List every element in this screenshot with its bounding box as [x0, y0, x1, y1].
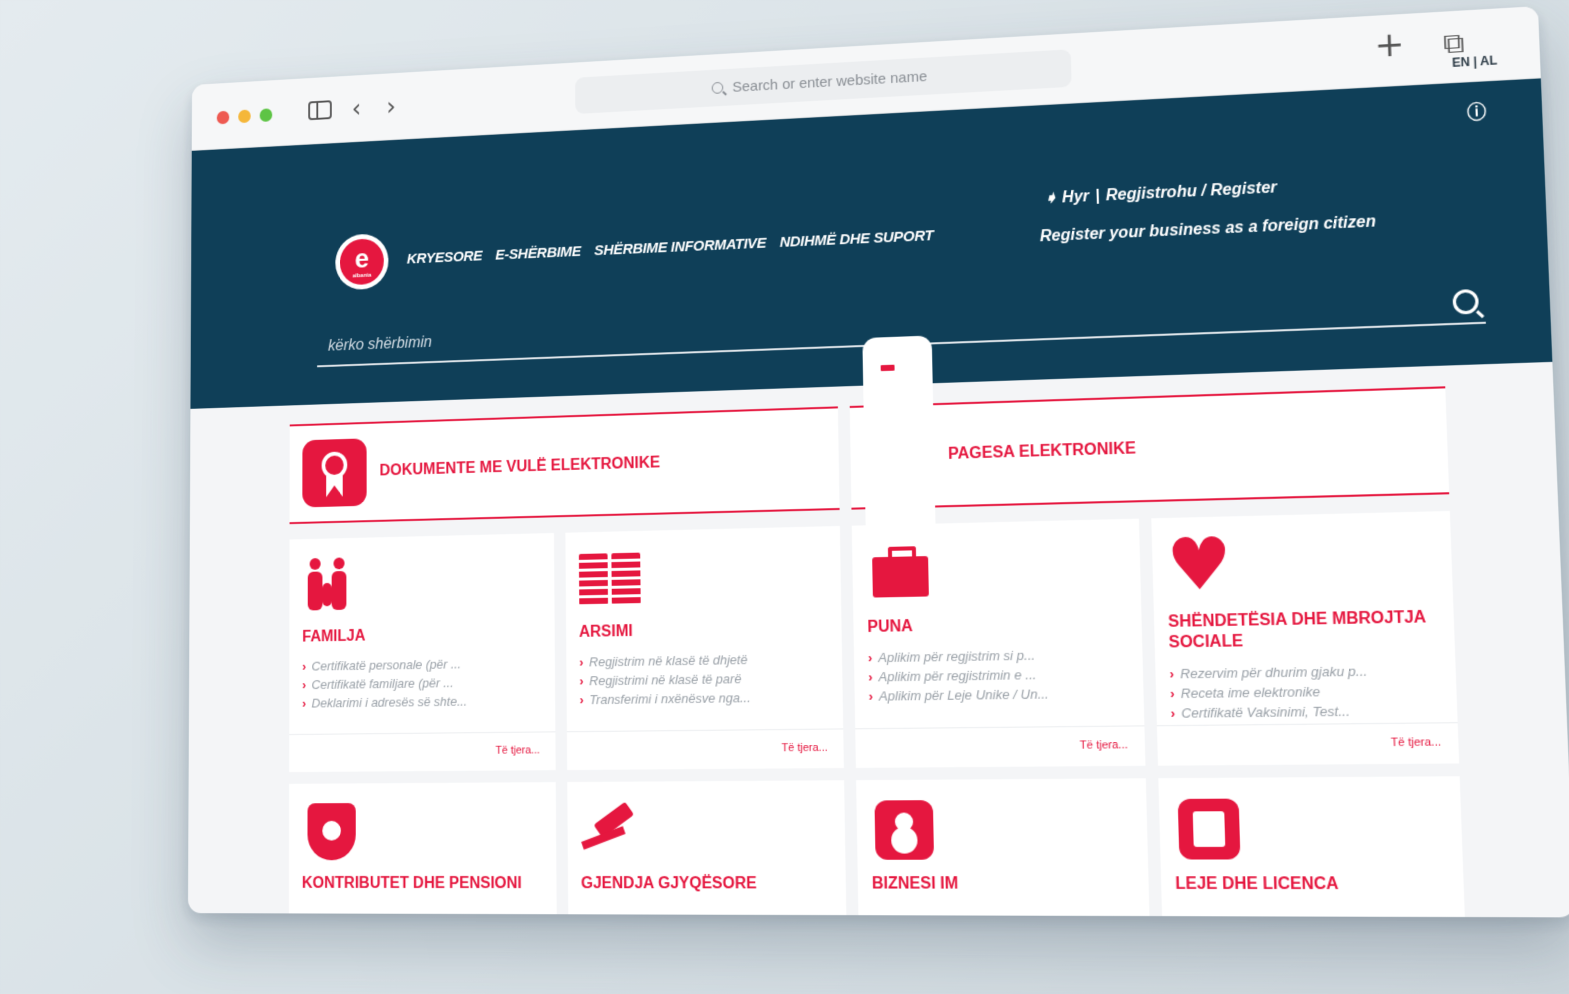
category-title: LEJE DHE LICENCA — [1175, 874, 1449, 895]
nav-item-kryesore[interactable]: KRYESORE — [407, 248, 483, 268]
close-window-button[interactable] — [217, 111, 230, 125]
category-title: FAMILJA — [302, 624, 541, 648]
gavel-icon — [580, 798, 642, 862]
sidebar-toggle-icon[interactable] — [308, 100, 332, 120]
medal-icon — [302, 438, 366, 507]
main-content: DOKUMENTE ME VULË ELEKTRONIKE PAGESA ELE… — [188, 362, 1569, 918]
briefcase-icon — [866, 540, 931, 606]
category-card-gjendja-gjyqesore[interactable]: GJENDJA GJYQËSORE — [567, 780, 847, 917]
category-card-kontributet[interactable]: KONTRIBUTET DHE PENSIONI — [289, 782, 556, 917]
category-card-puna[interactable]: PUNA › Aplikim për regjistrim si p... › Ap… — [852, 519, 1145, 768]
shield-family-icon — [302, 799, 361, 862]
category-link[interactable]: › Regjistrim në klasë të dhjetë — [579, 651, 828, 670]
minimize-window-button[interactable] — [238, 109, 251, 123]
category-title: PUNA — [867, 613, 1127, 638]
category-title: KONTRIBUTET DHE PENSIONI — [302, 874, 543, 894]
user-icon — [870, 796, 936, 862]
auth-links: ➧ Hyr | Regjistrohu / Register — [1044, 177, 1277, 208]
tabs-overview-button[interactable]: ⧉ — [1443, 29, 1465, 59]
browser-window: ‹ › Search or enter website name + ⧉ EN … — [188, 6, 1569, 917]
feature-title: DOKUMENTE ME VULË ELEKTRONIKE — [380, 454, 661, 480]
category-link[interactable]: › Aplikim për regjistrim si p... — [868, 646, 1128, 665]
more-link[interactable]: Të tjera... — [1391, 736, 1442, 749]
category-link[interactable]: › Aplikim për regjistrimin e ... — [868, 666, 1128, 685]
category-grid: FAMILJA › Certifikatë personale (për ... … — [289, 511, 1466, 917]
nav-item-ndihme-dhe-suport[interactable]: NDIHMË DHE SUPORT — [780, 227, 934, 251]
logo-letter: e — [355, 243, 369, 273]
feature-electronic-documents[interactable]: DOKUMENTE ME VULË ELEKTRONIKE — [290, 406, 840, 524]
logo-subtext: albania — [340, 272, 384, 280]
nav-item-e-sherbime[interactable]: E-SHËRBIME — [495, 243, 581, 263]
main-nav: KRYESORE E-SHËRBIME SHËRBIME INFORMATIVE… — [407, 227, 934, 267]
login-icon: ➧ — [1044, 190, 1058, 208]
category-title: ARSIMI — [579, 619, 828, 643]
login-link[interactable]: Hyr — [1062, 188, 1089, 206]
category-title: SHËNDETËSIA DHE MBROJTJA SOCIALE — [1168, 608, 1440, 654]
divider — [566, 728, 843, 732]
more-link[interactable]: Të tjera... — [1080, 739, 1128, 752]
category-title: BIZNESI IM — [872, 874, 1134, 895]
register-link[interactable]: Regjistrohu / Register — [1106, 179, 1277, 204]
category-link[interactable]: › Transferimi i nxënësve nga... — [580, 689, 829, 707]
service-search-input[interactable] — [317, 289, 1385, 364]
address-placeholder: Search or enter website name — [732, 68, 927, 95]
forward-arrow-icon[interactable]: › — [386, 94, 396, 121]
maximize-window-button[interactable] — [260, 108, 273, 122]
category-title: GJENDJA GJYQËSORE — [581, 874, 832, 895]
category-link[interactable]: › Deklarimi i adresës së shte... — [302, 693, 541, 711]
register-business-link[interactable]: Register your business as a foreign citi… — [1040, 213, 1376, 246]
language-switch[interactable]: EN | AL — [1452, 53, 1498, 70]
category-card-biznesi-im[interactable]: BIZNESI IM — [856, 778, 1149, 917]
category-link[interactable]: › Regjistrimi në klasë të parë — [579, 670, 828, 688]
category-link[interactable]: › Rezervim për dhurim gjaku p... — [1169, 662, 1441, 681]
nav-item-sherbime-informative[interactable]: SHËRBIME INFORMATIVE — [594, 235, 766, 259]
category-link[interactable]: › Receta ime elektronike — [1170, 682, 1442, 701]
back-arrow-icon[interactable]: ‹ — [352, 96, 361, 123]
site-logo[interactable]: e albania — [335, 233, 388, 290]
book-icon — [578, 547, 640, 611]
more-link[interactable]: Të tjera... — [496, 744, 540, 756]
new-tab-button[interactable]: + — [1374, 30, 1405, 60]
category-link[interactable]: › Certifikatë personale (për ... — [302, 655, 541, 673]
feature-row: DOKUMENTE ME VULË ELEKTRONIKE PAGESA ELE… — [290, 386, 1450, 524]
accessibility-icon[interactable]: ⓘ — [1467, 98, 1487, 125]
auth-separator: | — [1095, 188, 1100, 205]
category-card-shendetesia[interactable]: ♥ SHËNDETËSIA DHE MBROJTJA SOCIALE › Reze… — [1151, 511, 1459, 766]
license-icon — [1173, 794, 1242, 861]
feature-title: PAGESA ELEKTRONIKE — [948, 440, 1136, 464]
more-link[interactable]: Të tjera... — [781, 742, 827, 755]
divider — [289, 731, 555, 735]
category-link[interactable]: › Certifikatë Vaksinimi, Test... — [1170, 702, 1442, 721]
search-icon — [712, 82, 724, 94]
heart-icon: ♥ — [1166, 533, 1235, 600]
category-card-familja[interactable]: FAMILJA › Certifikatë personale (për ... … — [289, 533, 555, 772]
category-link[interactable]: › Certifikatë familjare (për ... — [302, 674, 541, 692]
family-icon — [302, 553, 361, 616]
address-bar[interactable]: Search or enter website name — [575, 49, 1072, 114]
category-card-arsimi[interactable]: ARSIMI › Regjistrim në klasë të dhjetë › R… — [565, 526, 844, 770]
category-card-leje-dhe-licenca[interactable]: LEJE DHE LICENCA — [1158, 776, 1466, 917]
divider — [1156, 722, 1457, 726]
logo-mark: e albania — [340, 238, 384, 286]
search-icon[interactable] — [1452, 289, 1479, 315]
divider — [855, 725, 1144, 729]
category-link[interactable]: › Aplikim për Leje Unike / Un... — [868, 685, 1128, 704]
feature-electronic-payments[interactable]: PAGESA ELEKTRONIKE — [850, 386, 1450, 509]
